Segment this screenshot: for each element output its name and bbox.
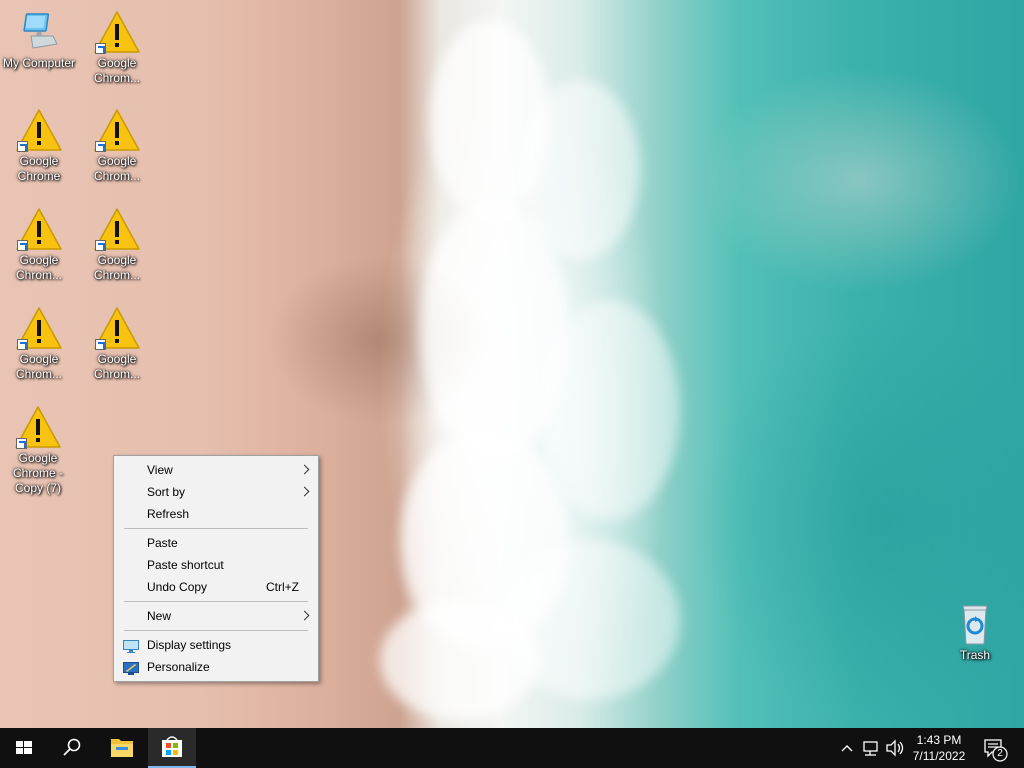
microsoft-store-button[interactable] (148, 728, 196, 768)
action-center-button[interactable]: 2 (976, 728, 1012, 768)
menu-separator (124, 630, 308, 631)
display-icon (123, 638, 139, 653)
desktop-icon-google-chrome[interactable]: Google Chrom... (78, 10, 156, 86)
taskbar: 1:43 PM 7/11/2022 2 (0, 728, 1024, 768)
chevron-up-icon (841, 745, 853, 752)
desktop-icon-label: My Computer (2, 56, 76, 70)
desktop-icon-label: Google Chrom... (15, 352, 62, 381)
menu-item-personalize[interactable]: Personalize (114, 656, 318, 678)
desktop-icon-label: Trash (959, 648, 991, 662)
desktop-icon-label: Google Chrom... (93, 253, 140, 282)
volume-button[interactable] (884, 728, 906, 768)
menu-item-label: New (147, 609, 172, 623)
menu-item-label: Display settings (147, 638, 232, 652)
warning-icon (14, 405, 62, 451)
shortcut-arrow-icon (95, 43, 106, 54)
menu-item-label: Sort by (147, 485, 186, 499)
clock-button[interactable]: 1:43 PM 7/11/2022 (906, 732, 972, 764)
menu-item-label: Paste (147, 536, 178, 550)
menu-item-label: Refresh (147, 507, 190, 521)
menu-item-paste-shortcut[interactable]: Paste shortcut (114, 554, 318, 576)
shortcut-arrow-icon (95, 339, 106, 350)
windows-start-icon (16, 741, 32, 754)
clock-date: 7/11/2022 (912, 749, 966, 763)
keyboard-shortcut: Ctrl+Z (266, 580, 299, 594)
desktop-icon-my-computer[interactable]: My Computer (0, 10, 78, 71)
shortcut-arrow-icon (95, 141, 106, 152)
desktop-icon-google-chrome[interactable]: Google Chrom... (78, 207, 156, 283)
network-icon (863, 741, 878, 756)
warning-icon (93, 306, 141, 352)
desktop-icon-google-chrome[interactable]: Google Chrome (0, 108, 78, 184)
desktop-context-menu: View Sort by Refresh Paste Paste shortcu… (113, 455, 319, 682)
notification-count-badge: 2 (997, 748, 1003, 759)
desktop-icon-google-chrome[interactable]: Google Chrom... (78, 108, 156, 184)
warning-icon (15, 306, 63, 352)
show-hidden-icons-button[interactable] (836, 728, 858, 768)
desktop-icon-label: Google Chrom... (93, 56, 140, 85)
menu-item-paste[interactable]: Paste (114, 532, 318, 554)
file-explorer-icon (111, 739, 133, 757)
warning-icon (93, 108, 141, 154)
menu-item-label: Undo Copy (147, 580, 208, 594)
microsoft-store-icon (162, 736, 182, 757)
menu-item-view[interactable]: View (114, 459, 318, 481)
desktop-icon-trash[interactable]: Trash (936, 602, 1014, 663)
shortcut-arrow-icon (17, 240, 28, 251)
shortcut-arrow-icon (16, 438, 27, 449)
desktop-icon-google-chrome-copy-7[interactable]: Google Chrome - Copy (7) (0, 405, 76, 496)
chevron-right-icon (299, 464, 310, 475)
chevron-right-icon (299, 486, 310, 497)
desktop-icon-google-chrome[interactable]: Google Chrom... (0, 207, 78, 283)
menu-item-display-settings[interactable]: Display settings (114, 634, 318, 656)
menu-item-refresh[interactable]: Refresh (114, 503, 318, 525)
menu-separator (124, 528, 308, 529)
recycle-bin-icon (951, 602, 999, 648)
menu-item-label: View (147, 463, 173, 477)
shortcut-arrow-icon (95, 240, 106, 251)
personalize-icon (123, 660, 139, 675)
warning-icon (15, 108, 63, 154)
start-button[interactable] (0, 728, 48, 768)
menu-item-new[interactable]: New (114, 605, 318, 627)
desktop-icon-label: Google Chrome - Copy (7) (12, 451, 63, 495)
search-icon (63, 738, 81, 756)
menu-item-undo-copy[interactable]: Undo Copy Ctrl+Z (114, 576, 318, 598)
menu-separator (124, 601, 308, 602)
warning-icon (15, 207, 63, 253)
volume-icon (886, 739, 904, 757)
desktop-icon-label: Google Chrom... (93, 154, 140, 183)
menu-item-sort-by[interactable]: Sort by (114, 481, 318, 503)
file-explorer-button[interactable] (98, 728, 146, 768)
desktop-icon-google-chrome[interactable]: Google Chrom... (78, 306, 156, 382)
shortcut-arrow-icon (17, 141, 28, 152)
clock-time: 1:43 PM (916, 733, 962, 747)
desktop-icon-label: Google Chrom... (93, 352, 140, 381)
desktop-icon-label: Google Chrome (17, 154, 61, 183)
menu-item-label: Paste shortcut (147, 558, 224, 572)
desktop-icon-google-chrome[interactable]: Google Chrom... (0, 306, 78, 382)
shortcut-arrow-icon (17, 339, 28, 350)
desktop-icon-label: Google Chrom... (15, 253, 62, 282)
network-button[interactable] (860, 728, 882, 768)
computer-icon (15, 10, 63, 56)
chevron-right-icon (299, 610, 310, 621)
warning-icon (93, 207, 141, 253)
menu-item-label: Personalize (147, 660, 210, 674)
search-button[interactable] (48, 728, 96, 768)
warning-icon (93, 10, 141, 56)
